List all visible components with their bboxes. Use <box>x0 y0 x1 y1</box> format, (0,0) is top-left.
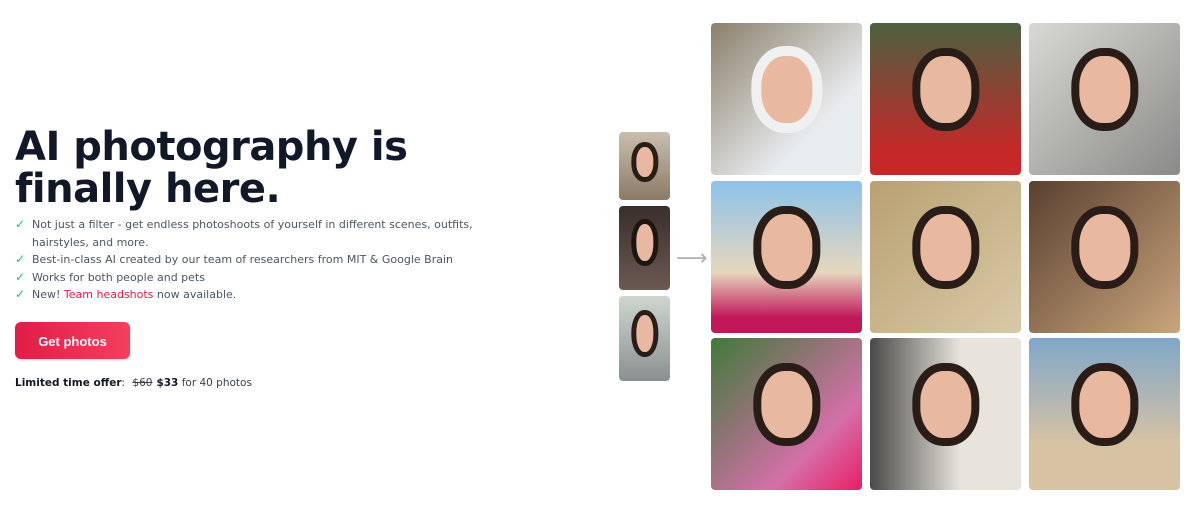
list-item: ✓ Works for both people and pets <box>15 269 515 287</box>
input-photo <box>619 206 670 290</box>
offer-text: Limited time offer: $60 $33 for 40 photos <box>15 376 252 389</box>
generated-photo <box>711 181 862 333</box>
page-title: AI photography is finally here. <box>15 124 408 212</box>
generated-photo <box>1029 23 1180 175</box>
list-item: ✓ New! Team headshots now available. <box>15 286 515 304</box>
feature-list: ✓ Not just a filter - get endless photosh… <box>15 216 515 304</box>
team-headshots-link[interactable]: Team headshots <box>64 288 154 301</box>
hero-section: AI photography is finally here. ✓ Not just… <box>15 126 515 389</box>
generated-photo <box>711 23 862 175</box>
generated-photo <box>1029 338 1180 490</box>
check-icon: ✓ <box>15 217 26 231</box>
input-photo <box>619 296 670 381</box>
check-icon: ✓ <box>15 269 26 284</box>
generated-photo <box>1029 181 1180 333</box>
generated-photo <box>711 338 862 490</box>
arrow-right-icon: ⟶ <box>676 246 708 271</box>
generated-photo <box>870 181 1021 333</box>
input-photo <box>619 132 670 200</box>
list-item: ✓ Not just a filter - get endless photosh… <box>15 217 473 249</box>
check-icon: ✓ <box>15 252 26 266</box>
get-photos-button[interactable]: Get photos <box>15 321 130 359</box>
list-item: ✓ Best-in-class AI created by our team of… <box>15 251 515 269</box>
generated-photo <box>870 23 1021 175</box>
generated-photo <box>870 338 1021 490</box>
check-icon: ✓ <box>15 287 26 301</box>
